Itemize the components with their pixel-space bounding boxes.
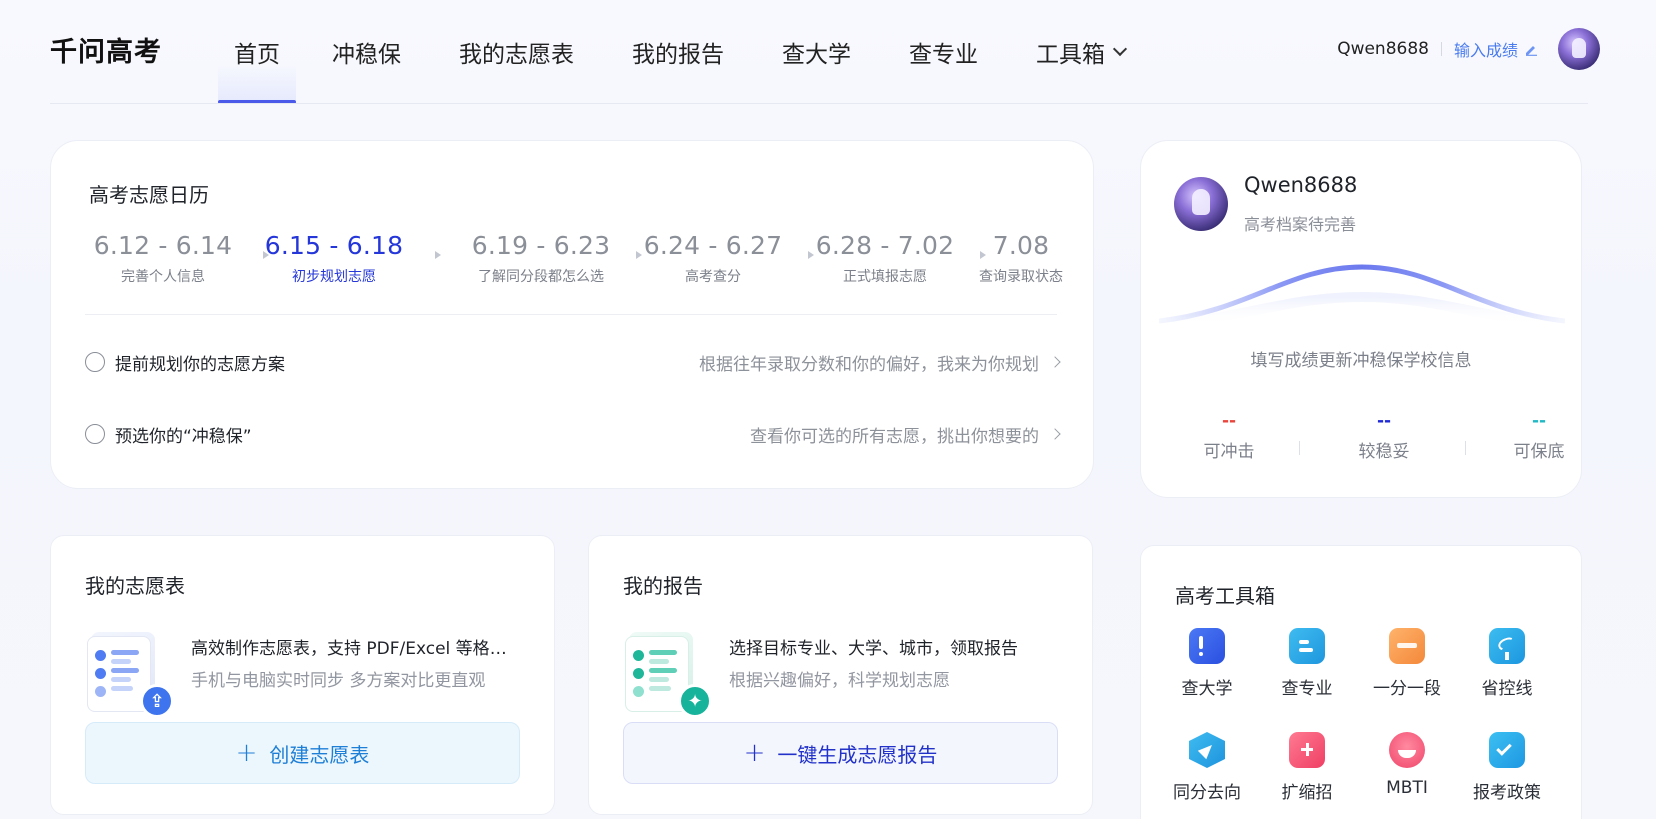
my-report-title: 我的报告	[623, 574, 703, 598]
timeline-stage[interactable]: 6.12 - 6.14 完善个人信息	[73, 231, 253, 286]
username: Qwen8688	[1337, 39, 1429, 59]
stat-safety[interactable]: -- 可保底	[1479, 411, 1599, 462]
nav-toolbox[interactable]: 工具箱	[1036, 0, 1128, 104]
plus-icon: +	[235, 738, 258, 768]
profile-status: 高考档案待完善	[1244, 215, 1357, 234]
timeline-stage-active[interactable]: 6.15 - 6.18 初步规划志愿	[244, 231, 424, 286]
timeline-stage[interactable]: 6.28 - 7.02 正式填报志愿	[795, 231, 975, 286]
my-report-desc-sub: 根据兴趣偏好，科学规划志愿	[729, 671, 950, 691]
task-preselect[interactable]: 预选你的“冲稳保” 查看你可选的所有志愿，挑出你想要的	[85, 419, 1061, 449]
admission-calendar-card: 高考志愿日历 6.12 - 6.14 完善个人信息 6.15 - 6.18 初步…	[50, 140, 1094, 489]
my-form-desc-main: 高效制作志愿表，支持 PDF/Excel 等格式导出	[191, 639, 521, 659]
chevron-down-icon	[1112, 41, 1128, 57]
generate-report-button[interactable]: + 一键生成志愿报告	[623, 722, 1058, 784]
control-line-icon	[1489, 628, 1525, 664]
app-logo[interactable]: 千问高考	[50, 30, 162, 69]
sparkle-icon: ✦	[678, 684, 712, 718]
chongwenbao-stats: -- 可冲击 -- 较稳妥 -- 可保底	[1161, 411, 1565, 471]
same-score-icon	[1189, 732, 1225, 768]
my-form-desc-sub: 手机与电脑实时同步 多方案对比更直观	[191, 671, 486, 691]
profile-avatar[interactable]	[1174, 177, 1228, 231]
nav-my-report[interactable]: 我的报告	[632, 0, 724, 104]
nav-chongwenbao[interactable]: 冲稳保	[332, 0, 401, 104]
my-report-card: 我的报告 ✦ 选择目标专业、大学、城市，领取报告 根据兴趣偏好，科学规划志愿 +…	[588, 535, 1093, 815]
header-divider	[50, 103, 1588, 104]
timeline-stage[interactable]: 7.08 查询录取状态	[961, 231, 1081, 286]
user-area: Qwen8688 输入成绩	[1337, 28, 1600, 70]
nav-search-university[interactable]: 查大学	[782, 0, 851, 104]
enrollment-change-icon	[1289, 732, 1325, 768]
tool-search-university[interactable]: 查大学	[1157, 628, 1257, 699]
tool-score-rank[interactable]: 一分一段	[1357, 628, 1457, 699]
main-nav: 首页 冲稳保 我的志愿表 我的报告 查大学 查专业 工具箱	[218, 0, 1128, 104]
task-check-circle-icon[interactable]	[85, 352, 105, 372]
stat-divider	[1299, 441, 1300, 455]
upload-icon: ⇪	[140, 684, 174, 718]
form-document-icon: ⇪	[85, 628, 177, 720]
top-navbar: 千问高考 首页 冲稳保 我的志愿表 我的报告 查大学 查专业 工具箱 Qwen8…	[0, 0, 1656, 104]
stat-match[interactable]: -- 较稳妥	[1324, 411, 1444, 462]
toolbox-card: 高考工具箱 查大学 查专业 一分一段 省控线 同分去向 扩缩招 MBTI 报考政…	[1140, 545, 1582, 819]
my-form-card: 我的志愿表 ⇪ 高效制作志愿表，支持 PDF/Excel 等格式导出 手机与电脑…	[50, 535, 555, 815]
nav-home[interactable]: 首页	[218, 0, 296, 104]
nav-my-form[interactable]: 我的志愿表	[459, 0, 574, 104]
toolbox-title: 高考工具箱	[1175, 584, 1275, 608]
divider	[1440, 42, 1442, 56]
chevron-right-icon	[1049, 356, 1061, 368]
profile-hint: 填写成绩更新冲稳保学校信息	[1250, 351, 1472, 371]
score-rank-icon	[1389, 628, 1425, 664]
calendar-title: 高考志愿日历	[89, 183, 209, 207]
chevron-right-icon	[1049, 428, 1061, 440]
tool-enrollment-change[interactable]: 扩缩招	[1257, 732, 1357, 803]
user-avatar[interactable]	[1558, 28, 1600, 70]
major-book-icon	[1289, 628, 1325, 664]
tool-search-major[interactable]: 查专业	[1257, 628, 1357, 699]
stat-divider	[1465, 441, 1466, 455]
enter-score-link[interactable]: 输入成绩	[1454, 37, 1538, 61]
create-form-button[interactable]: + 创建志愿表	[85, 722, 520, 784]
profile-name: Qwen8688	[1244, 173, 1358, 197]
my-report-desc-main: 选择目标专业、大学、城市，领取报告	[729, 639, 1018, 659]
task-check-circle-icon[interactable]	[85, 424, 105, 444]
task-plan-scheme[interactable]: 提前规划你的志愿方案 根据往年录取分数和你的偏好，我来为你规划	[85, 347, 1061, 377]
calendar-timeline: 6.12 - 6.14 完善个人信息 6.15 - 6.18 初步规划志愿 6.…	[73, 231, 1083, 301]
mbti-icon	[1389, 732, 1425, 768]
university-icon	[1189, 628, 1225, 664]
nav-search-major[interactable]: 查专业	[909, 0, 978, 104]
edit-pen-icon	[1526, 46, 1537, 56]
timeline-stage[interactable]: 6.24 - 6.27 高考查分	[623, 231, 803, 286]
tool-control-line[interactable]: 省控线	[1457, 628, 1557, 699]
profile-card: Qwen8688 高考档案待完善 填写成绩更新冲稳保学校信息 -- 可冲击 --…	[1140, 140, 1582, 498]
calendar-divider	[85, 314, 1057, 315]
tool-policy[interactable]: 报考政策	[1457, 732, 1557, 803]
tool-same-score[interactable]: 同分去向	[1157, 732, 1257, 803]
my-form-title: 我的志愿表	[85, 574, 185, 598]
report-document-icon: ✦	[623, 628, 715, 720]
plus-icon: +	[743, 738, 766, 768]
tool-mbti[interactable]: MBTI	[1357, 732, 1457, 798]
stat-reach[interactable]: -- 可冲击	[1169, 411, 1289, 462]
timeline-stage[interactable]: 6.19 - 6.23 了解同分段都怎么选	[441, 231, 641, 286]
policy-check-icon	[1489, 732, 1525, 768]
